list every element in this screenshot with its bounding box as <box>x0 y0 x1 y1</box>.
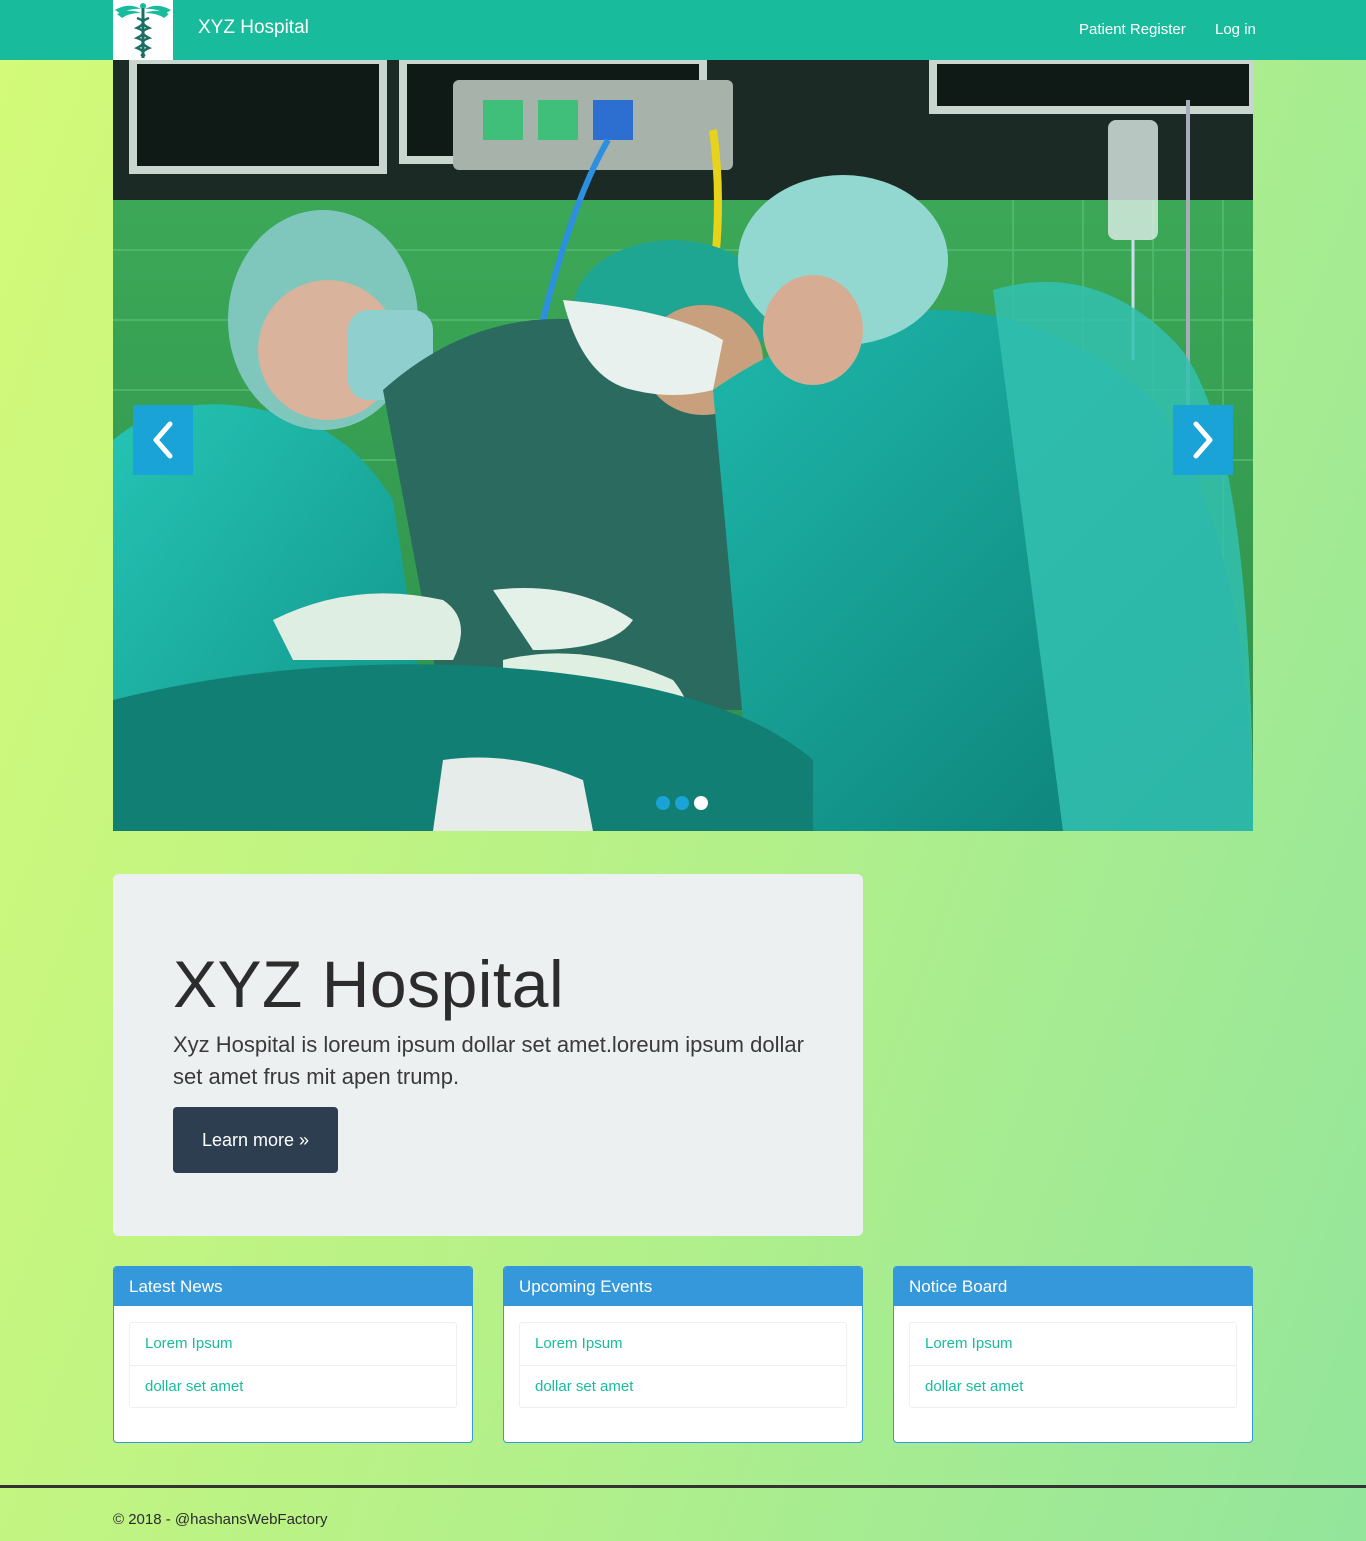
panel-upcoming-events: Upcoming Events Lorem Ipsum dollar set a… <box>503 1266 863 1443</box>
login-link[interactable]: Log in <box>1215 21 1256 38</box>
panel-heading: Notice Board <box>894 1267 1252 1306</box>
list-item[interactable]: Lorem Ipsum <box>130 1323 456 1365</box>
caduceus-icon[interactable] <box>113 0 173 60</box>
footer-copyright: © 2018 - @hashansWebFactory <box>113 1511 328 1528</box>
carousel <box>113 60 1253 831</box>
panel-list: Lorem Ipsum dollar set amet <box>909 1322 1237 1408</box>
jumbotron-text: Xyz Hospital is loreum ipsum dollar set … <box>173 1032 804 1089</box>
list-item[interactable]: dollar set amet <box>520 1365 846 1407</box>
carousel-indicators <box>656 796 708 810</box>
panel-heading: Upcoming Events <box>504 1267 862 1306</box>
panel-heading: Latest News <box>114 1267 472 1306</box>
panel-list: Lorem Ipsum dollar set amet <box>129 1322 457 1408</box>
list-item[interactable]: Lorem Ipsum <box>910 1323 1236 1365</box>
jumbotron: XYZ Hospital Xyz Hospital is loreum ipsu… <box>113 874 863 1236</box>
carousel-indicator-3[interactable] <box>694 796 708 810</box>
list-item[interactable]: dollar set amet <box>130 1365 456 1407</box>
footer-divider <box>0 1485 1366 1488</box>
jumbotron-title: XYZ Hospital <box>173 947 565 1021</box>
patient-register-link[interactable]: Patient Register <box>1079 21 1186 38</box>
carousel-prev-button[interactable] <box>133 405 193 475</box>
navbar: XYZ Hospital Patient Register Log in <box>0 0 1366 60</box>
carousel-indicator-1[interactable] <box>656 796 670 810</box>
panel-notice-board: Notice Board Lorem Ipsum dollar set amet <box>893 1266 1253 1443</box>
chevron-left-icon <box>153 421 173 459</box>
surgery-photo <box>113 60 1253 831</box>
carousel-next-button[interactable] <box>1173 405 1233 475</box>
brand-name[interactable]: XYZ Hospital <box>198 17 309 39</box>
panel-list: Lorem Ipsum dollar set amet <box>519 1322 847 1408</box>
list-item[interactable]: dollar set amet <box>910 1365 1236 1407</box>
carousel-indicator-2[interactable] <box>675 796 689 810</box>
learn-more-button[interactable]: Learn more » <box>173 1107 338 1173</box>
chevron-right-icon <box>1193 421 1213 459</box>
list-item[interactable]: Lorem Ipsum <box>520 1323 846 1365</box>
panel-latest-news: Latest News Lorem Ipsum dollar set amet <box>113 1266 473 1443</box>
